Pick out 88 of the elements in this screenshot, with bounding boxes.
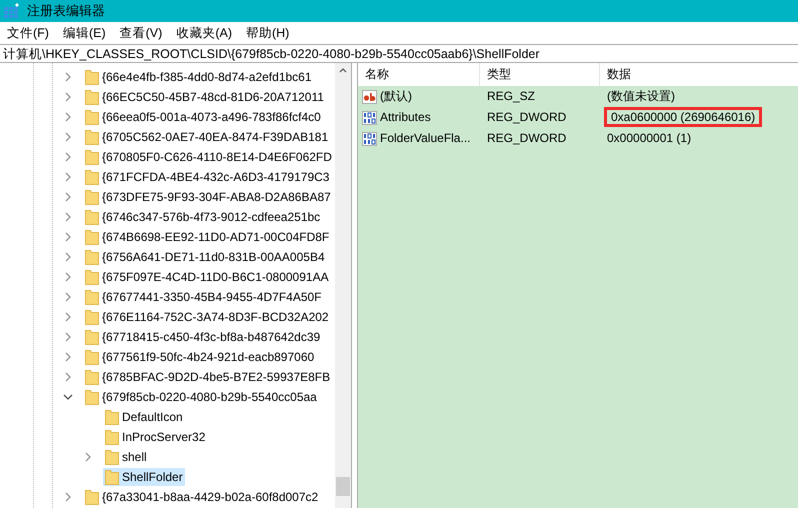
value-name[interactable]: (默认) <box>380 87 412 106</box>
scrollbar[interactable] <box>335 63 351 508</box>
tree-item[interactable]: {673DFE75-9F93-304F-ABA8-D2A86BA87 <box>83 188 333 206</box>
tree-item[interactable]: ShellFolder <box>103 468 185 486</box>
tree-item[interactable]: {6705C562-0AE7-40EA-8474-F39DAB181 <box>83 128 330 146</box>
tree-item[interactable]: {67a33041-b8aa-4429-b02a-60f8d007c2 <box>83 488 320 506</box>
folder-icon <box>85 190 99 204</box>
menu-item[interactable]: 帮助(H) <box>238 24 296 42</box>
value-type: REG_SZ <box>486 88 536 105</box>
tree-item[interactable]: {6746c347-576b-4f73-9012-cdfeea251bc <box>83 208 322 226</box>
menu-item[interactable]: 文件(F) <box>0 24 56 42</box>
folder-icon <box>105 410 119 424</box>
column-header[interactable]: 名称 <box>358 63 480 86</box>
folder-icon <box>85 290 99 304</box>
expand-chevron-icon[interactable] <box>63 92 73 102</box>
folder-icon <box>85 250 99 264</box>
tree-item[interactable]: {66eea0f5-001a-4073-a496-783f86fcf4c0 <box>83 108 323 126</box>
binary-value-icon <box>362 110 377 124</box>
value-data: 0xa0600000 (2690646016) <box>607 110 760 124</box>
menu-item[interactable]: 查看(V) <box>112 24 170 42</box>
folder-icon <box>85 70 99 84</box>
folder-icon <box>85 210 99 224</box>
tree-item[interactable]: InProcServer32 <box>103 428 208 446</box>
column-header[interactable]: 数据 <box>600 63 798 86</box>
expand-chevron-icon[interactable] <box>63 232 73 242</box>
tree-item[interactable]: {6756A641-DE71-11d0-831B-00AA005B4 <box>83 248 327 266</box>
folder-icon <box>85 150 99 164</box>
folder-icon <box>85 110 99 124</box>
tree-item[interactable]: shell <box>103 448 149 466</box>
folder-icon <box>85 90 99 104</box>
expand-chevron-icon[interactable] <box>63 312 73 322</box>
tree-item[interactable]: {66EC5C50-45B7-48cd-81D6-20A712011 <box>83 88 326 106</box>
tree-item[interactable]: {6785BFAC-9D2D-4be5-B7E2-59937E8FB <box>83 368 332 386</box>
expand-chevron-icon[interactable] <box>63 492 73 502</box>
folder-icon <box>85 230 99 244</box>
window-title: 注册表编辑器 <box>27 2 105 20</box>
value-type: REG_DWORD <box>486 109 568 126</box>
tree-item[interactable]: {671FCFDA-4BE4-432c-A6D3-4179179C3 <box>83 168 332 186</box>
expand-chevron-icon[interactable] <box>63 132 73 142</box>
expand-chevron-icon[interactable] <box>83 452 93 462</box>
registry-app-icon <box>3 3 21 19</box>
tree-item[interactable]: DefaultIcon <box>103 408 185 426</box>
tree-item[interactable]: {674B6698-EE92-11D0-AD71-00C04FD8F <box>83 228 332 246</box>
tree-item[interactable]: {66e4e4fb-f385-4dd0-8d74-a2efd1bc61 <box>83 68 314 86</box>
tree-item[interactable]: {67677441-3350-45B4-9455-4D7F4A50F <box>83 288 324 306</box>
expand-chevron-icon[interactable] <box>63 112 73 122</box>
expand-chevron-icon[interactable] <box>63 152 73 162</box>
value-data: 0x00000001 (1) <box>607 131 692 145</box>
expand-chevron-icon[interactable] <box>63 332 73 342</box>
column-header[interactable]: 类型 <box>480 63 600 86</box>
folder-icon <box>105 470 119 484</box>
tree-item[interactable]: {676E1164-752C-3A74-8D3F-BCD32A202 <box>83 308 331 326</box>
scrollbar-thumb[interactable] <box>336 477 350 496</box>
folder-icon <box>85 270 99 284</box>
value-type: REG_DWORD <box>486 130 568 147</box>
folder-icon <box>85 350 99 364</box>
binary-value-icon <box>362 132 377 146</box>
expand-chevron-icon[interactable] <box>63 272 73 282</box>
folder-icon <box>85 370 99 384</box>
collapse-chevron-icon[interactable] <box>63 392 73 402</box>
value-name[interactable]: Attributes <box>380 108 431 127</box>
tree-item[interactable]: {67718415-c450-4f3c-bf8a-b487642dc39 <box>83 328 322 346</box>
tree-item[interactable]: {670805F0-C626-4110-8E14-D4E6F062FD <box>83 148 334 166</box>
folder-icon <box>85 490 99 504</box>
folder-icon <box>85 130 99 144</box>
folder-icon <box>85 310 99 324</box>
folder-icon <box>105 450 119 464</box>
expand-chevron-icon[interactable] <box>63 252 73 262</box>
string-value-icon <box>362 90 377 104</box>
folder-icon <box>85 170 99 184</box>
folder-icon <box>85 330 99 344</box>
expand-chevron-icon[interactable] <box>63 192 73 202</box>
tree-item[interactable]: {677561f9-50fc-4b24-921d-eacb897060 <box>83 348 316 366</box>
expand-chevron-icon[interactable] <box>63 352 73 362</box>
menu-item[interactable]: 编辑(E) <box>56 24 113 42</box>
address-bar[interactable]: 计算机\HKEY_CLASSES_ROOT\CLSID\{679f85cb-0220-4080-b29b-5540cc05aab6}\ShellFolder <box>0 44 798 63</box>
folder-icon <box>85 390 99 404</box>
menu-item[interactable]: 收藏夹(A) <box>169 24 239 42</box>
expand-chevron-icon[interactable] <box>63 212 73 222</box>
value-data: (数值未设置) <box>607 89 675 103</box>
expand-chevron-icon[interactable] <box>63 172 73 182</box>
tree-item[interactable]: {679f85cb-0220-4080-b29b-5540cc05aa <box>83 388 319 406</box>
expand-chevron-icon[interactable] <box>63 72 73 82</box>
value-name[interactable]: FolderValueFla... <box>380 129 470 148</box>
expand-chevron-icon[interactable] <box>63 372 73 382</box>
folder-icon <box>105 430 119 444</box>
expand-chevron-icon[interactable] <box>63 292 73 302</box>
tree-item[interactable]: {675F097E-4C4D-11D0-B6C1-0800091AA <box>83 268 331 286</box>
